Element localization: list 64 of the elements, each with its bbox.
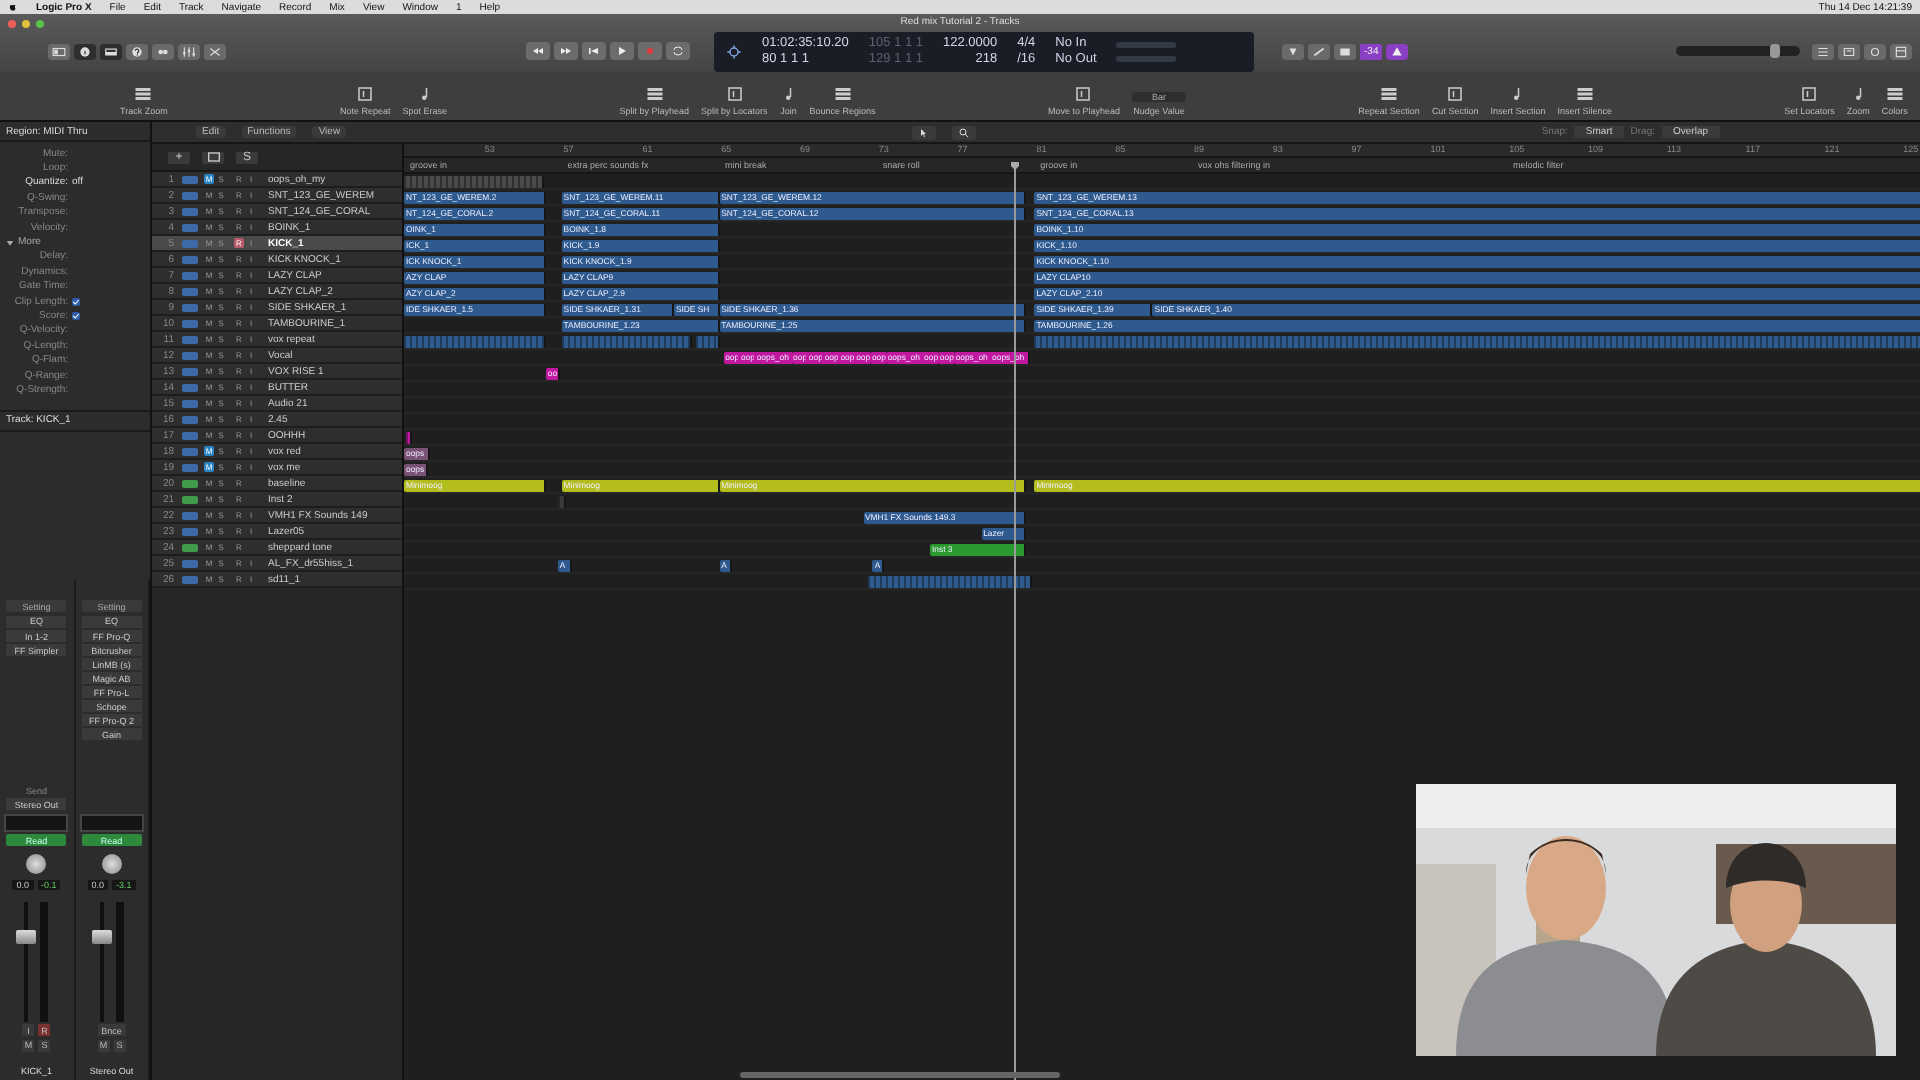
pan-knob[interactable] (26, 853, 47, 873)
apple-icon[interactable] (8, 0, 18, 14)
tool-icon (645, 86, 664, 102)
help-icon[interactable] (130, 46, 144, 58)
scissors-icon[interactable] (208, 46, 222, 58)
audio-region[interactable] (405, 431, 412, 444)
cycle-button[interactable] (666, 42, 690, 60)
toolbar-icon[interactable] (104, 46, 118, 58)
audio-region[interactable] (561, 335, 692, 348)
fader-handle[interactable] (16, 929, 37, 943)
tool-icon (1885, 86, 1904, 102)
level-meter (40, 901, 49, 1021)
skip-back-icon (588, 46, 600, 56)
rewind-icon (532, 46, 544, 56)
tool-icon (1575, 86, 1594, 102)
close-button[interactable] (8, 20, 16, 28)
audio-region[interactable] (404, 335, 546, 348)
fast-forward-icon (560, 46, 572, 56)
tool-icon (1074, 86, 1093, 102)
zoom-button[interactable] (36, 20, 44, 28)
level-meter (1116, 41, 1177, 47)
smart-controls-icon[interactable] (156, 46, 170, 58)
tool-icon (134, 86, 153, 102)
pointer-tool-icon[interactable] (917, 127, 930, 137)
play-icon (616, 46, 628, 56)
metronome-icon[interactable] (1390, 45, 1405, 57)
pan-knob[interactable] (101, 853, 122, 873)
mixer-icon[interactable] (182, 46, 196, 58)
tool-icon (356, 86, 375, 102)
level-meter (115, 901, 124, 1021)
volume-handle[interactable] (1770, 44, 1781, 58)
tool-icon (1800, 86, 1819, 102)
tool-icon (725, 86, 744, 102)
go-to-start-button[interactable] (582, 42, 606, 60)
loop-icon[interactable] (1868, 45, 1882, 57)
gear-icon[interactable] (726, 43, 742, 59)
zoom-tool-icon[interactable] (957, 127, 970, 137)
browser-icon[interactable] (1894, 45, 1908, 57)
forward-button[interactable] (554, 42, 578, 60)
funnel-icon[interactable] (1286, 45, 1300, 57)
tool-icon (1446, 86, 1465, 102)
checkbox[interactable] (72, 297, 80, 306)
audio-region[interactable] (868, 575, 1033, 588)
pencil-icon[interactable] (1312, 45, 1326, 57)
library-icon[interactable] (52, 46, 66, 58)
square-icon[interactable] (1338, 45, 1352, 57)
minimize-button[interactable] (22, 20, 30, 28)
playhead-marker-icon[interactable] (1008, 162, 1022, 170)
play-button[interactable] (610, 42, 634, 60)
audio-region[interactable] (695, 335, 720, 348)
tool-icon (1380, 86, 1399, 102)
info-icon[interactable] (78, 46, 92, 58)
rewind-button[interactable] (526, 42, 550, 60)
folder-icon[interactable] (205, 150, 221, 164)
note-pad-icon[interactable] (1842, 45, 1856, 57)
level-meter (1116, 55, 1177, 61)
record-icon (644, 46, 656, 56)
fader-handle[interactable] (91, 929, 112, 943)
cycle-icon (672, 46, 684, 56)
list-icon[interactable] (1816, 45, 1830, 57)
tool-icon (833, 86, 852, 102)
horizontal-scrollbar[interactable] (740, 1072, 1060, 1078)
checkbox[interactable] (72, 311, 80, 320)
volume-slider[interactable] (1676, 46, 1800, 56)
